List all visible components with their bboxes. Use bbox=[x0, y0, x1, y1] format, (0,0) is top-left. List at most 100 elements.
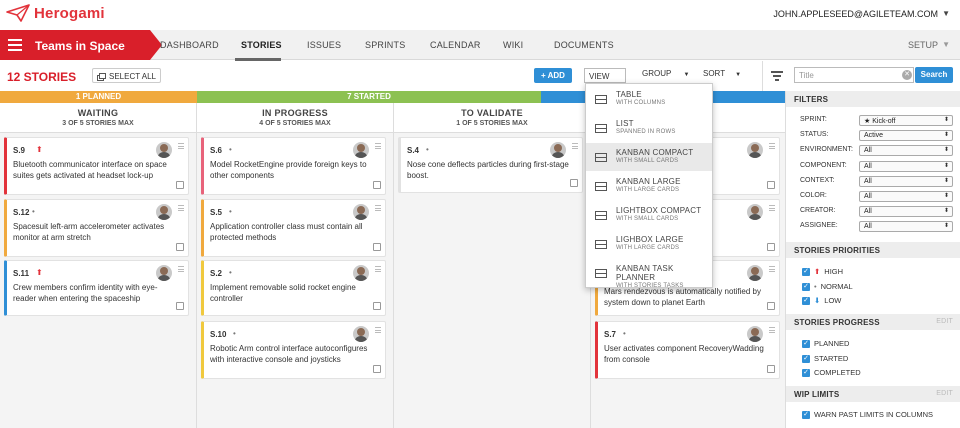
nav-wiki[interactable]: WIKI bbox=[503, 40, 523, 50]
nav-stories[interactable]: STORIES bbox=[241, 40, 282, 50]
story-card[interactable]: S.11 ⬆ Crew members confirm identity with … bbox=[4, 260, 189, 316]
checkbox[interactable]: ✓ bbox=[802, 354, 810, 363]
story-card[interactable]: S.4 • Nose cone deflects particles during … bbox=[398, 137, 583, 193]
checkbox[interactable]: ✓ bbox=[802, 368, 810, 377]
checkbox[interactable]: ✓ bbox=[802, 282, 810, 291]
drag-handle-icon[interactable] bbox=[375, 266, 381, 272]
filter-select[interactable]: All ⬍ bbox=[859, 221, 953, 233]
setup-menu[interactable]: SETUP bbox=[908, 40, 938, 50]
nav-calendar[interactable]: CALENDAR bbox=[430, 40, 481, 50]
card-checkbox[interactable] bbox=[767, 302, 775, 310]
progress-planned-checkbox[interactable]: ✓ PLANNED bbox=[802, 339, 849, 348]
group-dropdown[interactable]: GROUP ▼ bbox=[642, 69, 689, 78]
card-checkbox[interactable] bbox=[373, 302, 381, 310]
avatar[interactable] bbox=[747, 204, 763, 220]
sort-dropdown[interactable]: SORT ▼ bbox=[703, 69, 741, 78]
card-checkbox[interactable] bbox=[570, 179, 578, 187]
chevron-down-icon[interactable]: ▼ bbox=[942, 40, 950, 49]
drag-handle-icon[interactable] bbox=[769, 143, 775, 149]
wip-edit-link[interactable]: EDIT bbox=[936, 390, 953, 397]
card-checkbox[interactable] bbox=[767, 243, 775, 251]
card-checkbox[interactable] bbox=[176, 243, 184, 251]
filter-select[interactable]: All ⬍ bbox=[859, 160, 953, 172]
filter-select[interactable]: All ⬍ bbox=[859, 206, 953, 218]
story-card[interactable]: S.12 • Spacesuit left-arm accelerometer ac… bbox=[4, 199, 189, 257]
title-search-input[interactable] bbox=[794, 67, 914, 83]
chevron-down-icon[interactable]: ▼ bbox=[942, 9, 950, 18]
view-option[interactable]: KANBAN COMPACT WITH SMALL CARDS bbox=[586, 143, 712, 171]
card-checkbox[interactable] bbox=[373, 181, 381, 189]
progress-edit-link[interactable]: EDIT bbox=[936, 318, 953, 325]
avatar[interactable] bbox=[747, 265, 763, 281]
filter-select[interactable]: ★ Kick-off ⬍ bbox=[859, 115, 953, 126]
view-option[interactable]: LIGHTBOX COMPACT WITH SMALL CARDS bbox=[586, 201, 712, 229]
app-logo[interactable]: Herogami bbox=[6, 4, 105, 22]
wip-warn-checkbox[interactable]: ✓ WARN PAST LIMITS IN COLUMNS bbox=[802, 410, 933, 419]
drag-handle-icon[interactable] bbox=[375, 205, 381, 211]
drag-handle-icon[interactable] bbox=[178, 205, 184, 211]
card-checkbox[interactable] bbox=[767, 365, 775, 373]
card-checkbox[interactable] bbox=[767, 181, 775, 189]
avatar[interactable] bbox=[353, 204, 369, 220]
progress-completed-checkbox[interactable]: ✓ COMPLETED bbox=[802, 368, 861, 377]
story-card[interactable]: S.5 • Application controller class must co… bbox=[201, 199, 386, 257]
drag-handle-icon[interactable] bbox=[178, 266, 184, 272]
story-card[interactable]: S.7 • User activates component RecoveryWad… bbox=[595, 321, 780, 379]
drag-handle-icon[interactable] bbox=[769, 327, 775, 333]
avatar[interactable] bbox=[747, 142, 763, 158]
view-option[interactable]: LIST SPANNED IN ROWS bbox=[586, 114, 712, 142]
checkbox[interactable]: ✓ bbox=[802, 267, 810, 276]
view-option[interactable]: LIGHBOX LARGE WITH LARGE CARDS bbox=[586, 230, 712, 258]
avatar[interactable] bbox=[156, 265, 172, 281]
card-checkbox[interactable] bbox=[176, 302, 184, 310]
drag-handle-icon[interactable] bbox=[769, 266, 775, 272]
nav-documents[interactable]: DOCUMENTS bbox=[554, 40, 614, 50]
drag-handle-icon[interactable] bbox=[769, 205, 775, 211]
filter-icon[interactable] bbox=[771, 71, 783, 81]
user-menu[interactable]: JOHN.APPLESEED@AGILETEAM.COM bbox=[773, 9, 938, 19]
avatar[interactable] bbox=[747, 326, 763, 342]
story-card[interactable]: S.2 • Implement removable solid rocket eng… bbox=[201, 260, 386, 316]
avatar[interactable] bbox=[353, 326, 369, 342]
drag-handle-icon[interactable] bbox=[375, 327, 381, 333]
story-card[interactable]: S.10 • Robotic Arm control interface autoc… bbox=[201, 321, 386, 379]
nav-issues[interactable]: ISSUES bbox=[307, 40, 341, 50]
checkbox[interactable]: ✓ bbox=[802, 410, 810, 419]
avatar[interactable] bbox=[156, 142, 172, 158]
filter-select[interactable]: All ⬍ bbox=[859, 191, 953, 202]
select-all-button[interactable]: SELECT ALL bbox=[92, 68, 161, 83]
card-checkbox[interactable] bbox=[176, 181, 184, 189]
story-card[interactable]: S.9 ⬆ Bluetooth communicator interface on … bbox=[4, 137, 189, 195]
avatar[interactable] bbox=[550, 142, 566, 158]
filter-select[interactable]: All ⬍ bbox=[859, 175, 953, 187]
checkbox[interactable]: ✓ bbox=[802, 296, 810, 305]
priority-low-checkbox[interactable]: ✓ ⬇ LOW bbox=[802, 296, 841, 305]
view-option[interactable]: TABLE WITH COLUMNS bbox=[586, 85, 712, 113]
filter-select[interactable]: Active ⬍ bbox=[859, 130, 953, 142]
priority-high-checkbox[interactable]: ✓ ⬆ HIGH bbox=[802, 267, 843, 276]
clear-icon[interactable]: ✕ bbox=[902, 70, 912, 80]
drag-handle-icon[interactable] bbox=[178, 143, 184, 149]
avatar[interactable] bbox=[353, 142, 369, 158]
view-option[interactable]: KANBAN LARGE WITH LARGE CARDS bbox=[586, 172, 712, 200]
add-story-button[interactable]: + ADD bbox=[534, 68, 572, 83]
drag-handle-icon[interactable] bbox=[572, 143, 578, 149]
checkbox[interactable]: ✓ bbox=[802, 339, 810, 348]
dot-icon: • bbox=[229, 207, 232, 216]
drag-handle-icon[interactable] bbox=[375, 143, 381, 149]
progress-started-checkbox[interactable]: ✓ STARTED bbox=[802, 354, 848, 363]
avatar[interactable] bbox=[156, 204, 172, 220]
story-card[interactable]: S.6 • Model RocketEngine provide foreign k… bbox=[201, 137, 386, 195]
view-option[interactable]: KANBAN TASK PLANNER WITH STORIES TASKS bbox=[586, 259, 712, 289]
team-selector[interactable]: Teams in Space bbox=[0, 30, 162, 60]
filter-select[interactable]: All ⬍ bbox=[859, 145, 953, 157]
card-checkbox[interactable] bbox=[373, 365, 381, 373]
menu-icon[interactable] bbox=[8, 39, 22, 51]
priority-normal-checkbox[interactable]: ✓ • NORMAL bbox=[802, 282, 853, 291]
nav-dashboard[interactable]: DASHBOARD bbox=[160, 40, 219, 50]
avatar[interactable] bbox=[353, 265, 369, 281]
view-dropdown[interactable]: VIEW ▼ bbox=[584, 68, 626, 90]
card-checkbox[interactable] bbox=[373, 243, 381, 251]
nav-sprints[interactable]: SPRINTS bbox=[365, 40, 405, 50]
search-button[interactable]: Search bbox=[915, 67, 953, 83]
